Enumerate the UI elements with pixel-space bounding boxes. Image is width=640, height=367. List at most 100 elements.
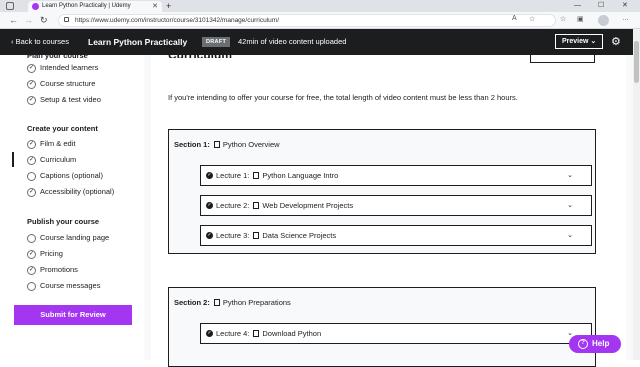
tab-actions-icon[interactable]	[6, 2, 14, 10]
lecture-item[interactable]: ✓ Lecture 1: Python Language Intro ⌄	[200, 165, 592, 186]
udemy-favicon-icon	[32, 3, 39, 10]
preview-button[interactable]: Preview ⌄	[555, 34, 603, 49]
check-circle-icon: ✓	[27, 96, 36, 105]
browser-tab-bar: Learn Python Practically | Udemy ✕ + — ☐…	[0, 0, 640, 12]
forward-arrow-icon[interactable]: →	[24, 14, 33, 27]
sidebar-item-course-messages[interactable]: Course messages	[27, 280, 100, 292]
sidebar-item-captions[interactable]: Captions (optional)	[27, 170, 103, 182]
info-text: If you're intending to offer your course…	[168, 93, 518, 102]
sidebar-item-curriculum[interactable]: ✓ Curriculum	[27, 154, 76, 166]
url-input[interactable]: https://www.udemy.com/instructor/course/…	[58, 14, 556, 27]
check-circle-icon: ✓	[206, 202, 213, 209]
document-icon	[253, 202, 260, 209]
page-title: Curriculum	[168, 55, 268, 58]
section-title: Section 1: Python Overview	[174, 140, 280, 150]
course-title: Learn Python Practically	[88, 37, 188, 47]
lecture-title: Download Python	[262, 329, 322, 338]
help-button[interactable]: ? Help	[569, 335, 621, 353]
sidebar-item-label: Intended learners	[40, 63, 99, 72]
section-name: Python Overview	[222, 140, 280, 149]
page-scrollbar[interactable]	[633, 29, 640, 360]
sidebar-heading-create: Create your content	[27, 124, 98, 133]
document-icon	[253, 232, 260, 239]
new-tab-button[interactable]: +	[166, 0, 171, 12]
lecture-item[interactable]: ✓ Lecture 4: Download Python ⌄	[200, 323, 592, 344]
sidebar-item-intended-learners[interactable]: ✓ Intended learners	[27, 62, 98, 74]
check-circle-icon: ✓	[27, 64, 36, 73]
sidebar-item-label: Film & edit	[40, 139, 76, 148]
empty-circle-icon	[27, 234, 36, 243]
course-header: ‹ Back to courses Learn Python Practical…	[0, 29, 633, 55]
lecture-title: Python Language Intro	[262, 171, 339, 180]
sidebar-item-label: Pricing	[40, 249, 63, 258]
check-circle-icon: ✓	[27, 266, 36, 275]
check-circle-icon: ✓	[27, 80, 36, 89]
lecture-label: Lecture 4:	[216, 329, 250, 338]
favorites-icon[interactable]: ☆	[560, 15, 566, 23]
chevron-down-icon[interactable]: ⌄	[567, 226, 573, 245]
collections-icon[interactable]: ▣	[577, 15, 584, 23]
tab-close-icon[interactable]: ✕	[152, 1, 158, 12]
sidebar-item-landing-page[interactable]: Course landing page	[27, 232, 109, 244]
sidebar-item-setup-test-video[interactable]: ✓ Setup & test video	[27, 94, 101, 106]
check-circle-icon: ✓	[206, 330, 213, 337]
section-label: Section 2:	[174, 298, 210, 307]
chevron-down-icon[interactable]: ⌄	[567, 196, 573, 215]
sidebar-item-label: Setup & test video	[40, 95, 101, 104]
chevron-down-icon[interactable]: ⌄	[567, 166, 573, 185]
check-circle-icon: ✓	[206, 172, 213, 179]
sidebar-item-label: Course landing page	[40, 233, 110, 242]
back-arrow-icon[interactable]: ←	[9, 14, 18, 27]
curriculum-section: Section 1: Python Overview ✓ Lecture 1: Py…	[168, 129, 596, 254]
check-circle-icon: ✓	[27, 250, 36, 259]
favorite-star-icon[interactable]: ☆	[529, 15, 535, 23]
minimize-button[interactable]: —	[574, 0, 581, 12]
submit-for-review-button[interactable]: Submit for Review	[14, 305, 132, 325]
sidebar-item-label: Promotions	[40, 265, 78, 274]
lecture-label: Lecture 3:	[216, 231, 250, 240]
sidebar-item-label: Accessibility (optional)	[40, 187, 115, 196]
lecture-label: Lecture 1:	[216, 171, 250, 180]
sidebar-item-label: Captions (optional)	[40, 171, 103, 180]
sidebar-item-film-edit[interactable]: ✓ Film & edit	[27, 138, 75, 150]
document-icon	[213, 141, 220, 148]
sidebar-item-label: Course messages	[40, 281, 101, 290]
lecture-item[interactable]: ✓ Lecture 2: Web Development Projects ⌄	[200, 195, 592, 216]
section-label: Section 1:	[174, 140, 210, 149]
section-title: Section 2: Python Preparations	[174, 298, 291, 308]
sidebar-item-accessibility[interactable]: ✓ Accessibility (optional)	[27, 186, 114, 198]
close-window-button[interactable]: ✕	[622, 0, 628, 12]
empty-circle-icon	[27, 172, 36, 181]
gear-icon[interactable]: ⚙	[611, 29, 621, 55]
course-sidebar: Plan your course ✓ Intended learners ✓ C…	[0, 55, 144, 360]
check-circle-icon: ✓	[27, 140, 36, 149]
lecture-title: Data Science Projects	[262, 231, 337, 240]
tab-title: Learn Python Practically | Udemy	[42, 3, 131, 9]
empty-circle-icon	[27, 282, 36, 291]
url-text: https://www.udemy.com/instructor/course/…	[75, 17, 279, 24]
scrollbar-thumb[interactable]	[634, 41, 639, 83]
profile-avatar[interactable]	[598, 15, 609, 26]
read-aloud-icon[interactable]: A	[512, 15, 517, 22]
active-item-indicator	[12, 152, 14, 167]
lecture-item[interactable]: ✓ Lecture 3: Data Science Projects ⌄	[200, 225, 592, 246]
maximize-button[interactable]: ☐	[598, 0, 604, 12]
help-icon: ?	[578, 339, 588, 349]
document-icon	[253, 330, 260, 337]
lecture-label: Lecture 2:	[216, 201, 250, 210]
sidebar-item-label: Course structure	[40, 79, 96, 88]
curriculum-section: Section 2: Python Preparations ✓ Lecture …	[168, 287, 596, 367]
sidebar-item-promotions[interactable]: ✓ Promotions	[27, 264, 78, 276]
bulk-uploader-button[interactable]	[530, 55, 595, 63]
section-name: Python Preparations	[222, 298, 291, 307]
back-to-courses-link[interactable]: ‹ Back to courses	[11, 29, 69, 55]
document-icon	[213, 299, 220, 306]
refresh-icon[interactable]: ↻	[40, 14, 48, 27]
sidebar-item-pricing[interactable]: ✓ Pricing	[27, 248, 63, 260]
browser-tab[interactable]: Learn Python Practically | Udemy ✕	[28, 1, 162, 12]
check-circle-icon: ✓	[27, 188, 36, 197]
sidebar-item-label: Curriculum	[40, 155, 77, 164]
more-menu-icon[interactable]: …	[622, 15, 629, 22]
check-circle-icon: ✓	[206, 232, 213, 239]
sidebar-item-course-structure[interactable]: ✓ Course structure	[27, 78, 95, 90]
